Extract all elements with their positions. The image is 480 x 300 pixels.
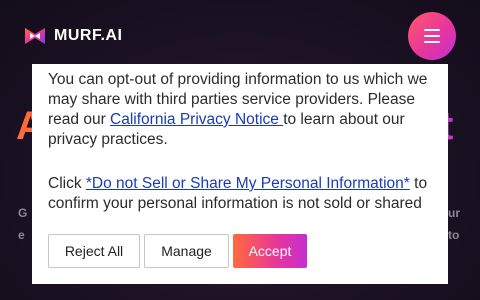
menu-button[interactable]	[408, 12, 456, 60]
hamburger-menu-icon-bar	[424, 41, 440, 43]
hero-subtitle-fragment: to	[448, 228, 460, 242]
hero-subtitle-fragment: e	[18, 228, 25, 242]
logo-text: MURF.AI	[54, 27, 123, 44]
murf-logo[interactable]: MURF.AI	[24, 25, 122, 47]
murf-logo-icon	[25, 28, 45, 44]
accept-button[interactable]: Accept	[233, 234, 307, 268]
manage-button[interactable]: Manage	[144, 234, 229, 268]
hero-subtitle-fragment: ur	[448, 206, 460, 220]
do-not-sell-paragraph: Click *Do not Sell or Share My Personal …	[48, 174, 432, 214]
opt-out-paragraph: You can opt-out of providing information…	[48, 70, 432, 150]
privacy-consent-dialog: You can opt-out of providing information…	[32, 64, 448, 284]
click-text: Click	[48, 175, 86, 192]
california-privacy-notice-link[interactable]: California Privacy Notice	[110, 111, 283, 128]
hero-subtitle-fragment: G	[18, 206, 28, 220]
do-not-sell-link[interactable]: *Do not Sell or Share My Personal Inform…	[86, 175, 410, 192]
reject-all-button[interactable]: Reject All	[48, 234, 140, 268]
hamburger-menu-icon	[424, 29, 440, 31]
site-header: MURF.AI	[0, 0, 480, 72]
hamburger-menu-icon-bar	[424, 35, 440, 37]
